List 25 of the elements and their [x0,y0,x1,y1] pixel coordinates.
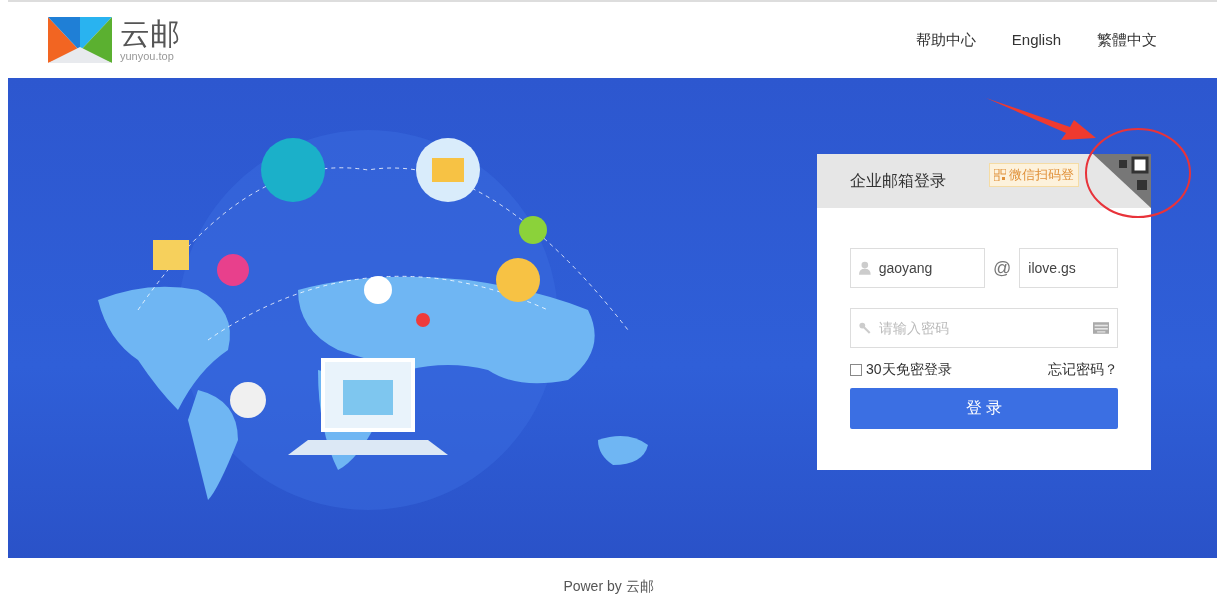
at-sign: @ [993,257,1012,279]
user-icon [859,260,871,276]
domain-input[interactable]: ilove.gs [1028,260,1109,276]
login-title: 企业邮箱登录 [850,170,946,191]
logo-domain: yunyou.top [120,50,175,62]
qr-code-icon [994,169,1006,181]
logo-icon [48,17,112,63]
password-input[interactable]: 请输入密码 [878,320,1085,336]
username-input[interactable]: gaoyang [878,260,977,276]
nav-link[interactable]: English [1011,30,1061,50]
remember-checkbox[interactable] [850,364,862,376]
nav-link[interactable]: 帮助中心 [915,30,976,50]
qr-code-corner-icon[interactable] [1093,154,1151,208]
key-icon [859,321,871,335]
login-button[interactable]: 登 录 [850,388,1118,429]
forgot-password-link[interactable]: 忘记密码？ [1048,361,1118,379]
keyboard-icon[interactable] [1092,321,1109,335]
domain-field[interactable]: ilove.gs [1019,248,1118,288]
username-field[interactable]: gaoyang [850,248,986,288]
hint-text: 微信扫码登 [1009,166,1074,184]
logo-text: 云邮 [120,18,180,50]
password-field[interactable]: 请输入密码 [850,308,1118,348]
nav-link[interactable]: 繁體中文 [1097,30,1157,50]
remember-label: 30天免密登录 [866,361,952,379]
footer-text: Power by 云邮 [563,577,654,596]
